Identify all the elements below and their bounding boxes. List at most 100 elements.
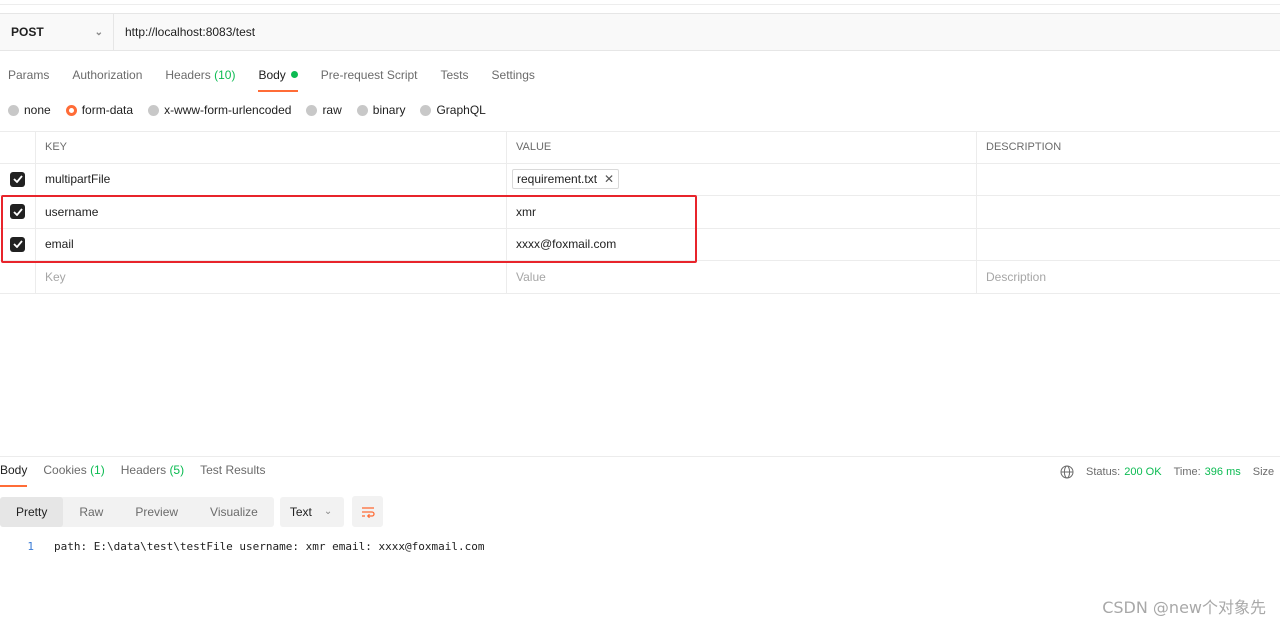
radio-icon [356,104,368,116]
response-tab-headers[interactable]: Headers (5) [121,463,184,487]
column-header-key: KEY [36,132,507,163]
tab-settings[interactable]: Settings [492,64,535,92]
table-row: multipartFile requirement.txt ✕ [0,163,1280,196]
checkbox-checked-icon[interactable] [10,204,25,220]
tab-label: Params [8,68,50,82]
tab-label: Body [0,463,28,477]
tab-label: Test Results [200,463,266,477]
line-number: 1 [27,540,34,553]
response-divider [0,456,1280,457]
radio-icon [148,104,160,116]
status-value: 200 OK [1124,466,1162,478]
tab-label: Authorization [72,68,143,82]
tab-params[interactable]: Params [8,64,49,92]
response-status: Status: 200 OK Time: 396 ms Size [1060,465,1274,479]
view-pretty-button[interactable]: Pretty [0,496,64,527]
radio-icon [420,104,432,116]
checkbox-checked-icon[interactable] [10,171,25,187]
value-field[interactable]: xxxx@foxmail.com [507,228,977,260]
radio-graphql[interactable]: GraphQL [420,103,486,117]
chevron-down-icon: ⌄ [94,26,103,38]
row-check-cell [0,228,36,260]
chevron-down-icon: ⌄ [323,506,333,517]
table-row-new: Key Value Description [0,261,1280,294]
checkbox-checked-icon[interactable] [10,236,25,252]
tab-label: Body [258,68,286,82]
request-tabs: Params Authorization Headers (10) Body P… [0,64,550,92]
radio-label: x-www-form-urlencoded [164,103,292,117]
row-check-cell [0,163,36,195]
file-chip: requirement.txt ✕ [512,169,620,190]
tab-count: (1) [90,463,105,477]
response-tab-test-results[interactable]: Test Results [200,463,265,487]
globe-icon[interactable] [1060,465,1074,479]
tab-label: Headers [165,68,211,82]
radio-label: none [24,103,51,117]
radio-form-data[interactable]: form-data [65,103,134,117]
wrap-icon [361,506,375,518]
key-placeholder[interactable]: Key [36,261,507,293]
row-check-cell [0,261,36,293]
status-label: Status: [1086,466,1121,478]
description-field[interactable] [977,229,1280,261]
file-name: requirement.txt [517,172,598,187]
table-row: email xxxx@foxmail.com [0,228,1280,261]
radio-selected-icon [65,104,77,116]
view-raw-button[interactable]: Raw [63,497,119,527]
tab-authorization[interactable]: Authorization [72,64,142,92]
size-label: Size [1252,466,1275,478]
tab-label: Tests [440,68,469,82]
tab-pre-request-script[interactable]: Pre-request Script [321,64,418,92]
description-field[interactable] [977,164,1280,196]
tab-count: (10) [214,68,236,82]
watermark: CSDN @new个对象先 [1102,598,1266,617]
tab-label: Cookies [43,463,87,477]
tab-label: Headers [120,463,167,477]
response-tab-cookies[interactable]: Cookies (1) [43,463,104,487]
radio-x-www-form-urlencoded[interactable]: x-www-form-urlencoded [148,103,291,117]
radio-label: binary [372,103,406,117]
close-icon[interactable]: ✕ [604,172,614,186]
time-value: 396 ms [1204,466,1241,478]
table-header-row: KEY VALUE DESCRIPTION [0,131,1280,164]
radio-raw[interactable]: raw [306,103,342,117]
tab-tests[interactable]: Tests [441,64,469,92]
view-visualize-button[interactable]: Visualize [194,497,274,527]
wrap-lines-button[interactable] [352,496,384,527]
radio-icon [8,104,19,116]
row-check-cell [0,196,36,228]
radio-label: form-data [81,103,134,117]
url-bar: POST ⌄ http://localhost:8083/test [0,13,1280,51]
view-preview-button[interactable]: Preview [119,497,194,527]
time-label: Time: [1173,466,1201,478]
radio-label: GraphQL [436,103,486,117]
radio-none[interactable]: none [8,103,51,117]
radio-label: raw [322,103,342,117]
top-divider [0,4,1280,5]
status-dot-icon [290,71,298,78]
key-field[interactable]: email [36,228,507,260]
key-field[interactable]: username [36,196,507,228]
value-field[interactable]: requirement.txt ✕ [507,163,977,195]
response-view-toolbar: Pretty Raw Preview Visualize Text ⌄ [0,496,384,527]
method-label: POST [11,25,44,39]
tab-body[interactable]: Body [258,64,299,92]
format-label: Text [289,504,312,519]
response-tab-body[interactable]: Body [0,463,28,487]
form-data-table: KEY VALUE DESCRIPTION multipartFile requ… [0,131,1280,294]
view-mode-segment: Pretty Raw Preview Visualize [0,496,274,527]
description-field[interactable] [977,196,1280,228]
header-check-cell [0,132,36,163]
radio-binary[interactable]: binary [356,103,406,117]
key-field[interactable]: multipartFile [36,163,507,195]
url-input[interactable]: http://localhost:8083/test [114,14,255,50]
format-select[interactable]: Text ⌄ [279,496,345,527]
tab-headers[interactable]: Headers (10) [165,64,235,92]
value-placeholder[interactable]: Value [507,261,977,293]
description-placeholder[interactable]: Description [977,261,1280,293]
method-select[interactable]: POST ⌄ [0,14,114,50]
value-field[interactable]: xmr [507,196,977,228]
table-row: username xmr [0,196,1280,229]
column-header-description: DESCRIPTION [986,141,1062,154]
radio-icon [306,104,318,116]
